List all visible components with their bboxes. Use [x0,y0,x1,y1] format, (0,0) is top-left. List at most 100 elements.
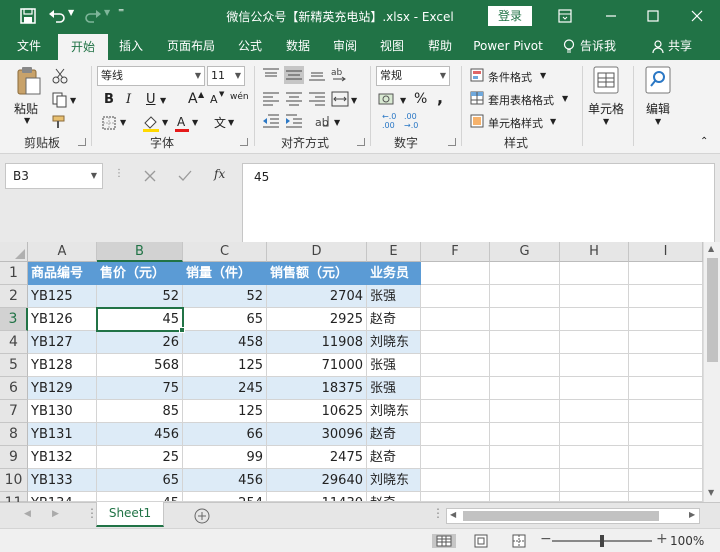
table-cell[interactable] [421,377,490,400]
normal-view-icon[interactable] [432,534,456,548]
fill-dropdown-icon[interactable]: ▼ [162,118,168,127]
tab-insert[interactable]: 插入 [110,32,152,60]
table-cell[interactable]: 66 [183,423,267,446]
table-cell[interactable]: YB127 [28,331,97,354]
table-cell[interactable]: YB133 [28,469,97,492]
horizontal-scrollbar[interactable]: ◀ ▶ [446,508,700,524]
table-cell[interactable]: 65 [97,469,183,492]
customize-qat-icon[interactable]: ⁼ [118,5,124,19]
number-format-select[interactable]: 常规 ▼ [376,66,450,86]
font-launcher-icon[interactable] [240,138,248,146]
paste-icon[interactable] [16,66,42,96]
zoom-out-button[interactable]: − [540,531,552,547]
decrease-font-button[interactable]: A [210,93,218,106]
table-cell[interactable] [421,262,490,285]
row-header-5[interactable]: 5 [0,354,28,377]
hscroll-splitter-icon[interactable]: ⋮ [432,506,444,520]
conditional-format-icon[interactable] [470,68,484,82]
table-cell[interactable] [629,492,703,502]
table-cell[interactable]: 568 [97,354,183,377]
align-top-icon[interactable] [262,68,280,82]
scroll-down-icon[interactable]: ▼ [708,488,714,497]
login-button[interactable]: 登录 [488,6,532,26]
paste-dropdown-icon[interactable]: ▼ [24,116,30,125]
redo-icon[interactable] [84,8,102,24]
table-cell[interactable]: 2704 [267,285,367,308]
page-layout-view-icon[interactable] [474,534,488,548]
row-header-8[interactable]: 8 [0,423,28,446]
table-header-cell[interactable]: 售价（元） [97,262,183,285]
table-header-cell[interactable]: 销售额（元） [267,262,367,285]
save-icon[interactable] [20,8,36,24]
tab-file[interactable]: 文件 [8,32,50,60]
table-cell[interactable] [560,331,629,354]
clipboard-launcher-icon[interactable] [78,138,86,146]
column-header-f[interactable]: F [421,242,490,262]
table-cell[interactable] [629,377,703,400]
borders-icon[interactable] [102,116,116,130]
row-header-7[interactable]: 7 [0,400,28,423]
table-cell[interactable]: YB126 [28,308,97,331]
table-cell[interactable] [629,262,703,285]
table-cell[interactable] [629,423,703,446]
table-cell[interactable]: 11908 [267,331,367,354]
row-header-9[interactable]: 9 [0,446,28,469]
vertical-scrollbar[interactable]: ▲ ▼ [703,242,720,502]
table-cell[interactable]: 99 [183,446,267,469]
table-cell[interactable]: 45 [97,308,183,331]
table-cell[interactable]: 30096 [267,423,367,446]
table-format-dropdown-icon[interactable]: ▼ [562,94,568,103]
prev-sheet-icon[interactable]: ◀ [24,509,31,519]
table-cell[interactable]: 52 [97,285,183,308]
table-cell[interactable] [560,469,629,492]
column-header-c[interactable]: C [183,242,267,262]
table-header-cell[interactable]: 销量（件） [183,262,267,285]
chevron-down-icon[interactable]: ▼ [91,164,97,188]
percent-button[interactable]: % [414,91,427,107]
font-size-select[interactable]: 11 ▼ [207,66,245,86]
cells-icon[interactable] [593,66,619,94]
tell-me-search[interactable]: 告诉我 [580,32,628,60]
drag-handle-icon[interactable]: ⋮ [114,168,124,179]
table-cell[interactable]: 65 [183,308,267,331]
table-cell[interactable]: 18375 [267,377,367,400]
table-cell[interactable] [490,354,560,377]
table-cell[interactable] [560,423,629,446]
scroll-up-icon[interactable]: ▲ [708,244,714,253]
table-cell[interactable]: 刘晓东 [367,400,421,423]
wrap-dropdown-icon[interactable]: ▼ [334,118,340,127]
table-cell[interactable]: 张强 [367,354,421,377]
cell-styles-icon[interactable] [470,114,484,128]
table-cell[interactable] [629,354,703,377]
phonetic-dropdown-icon[interactable]: ▼ [228,118,234,127]
fill-color-icon[interactable] [142,114,160,132]
row-header-2[interactable]: 2 [0,285,28,308]
underline-dropdown-icon[interactable]: ▼ [160,96,166,105]
cell-styles-button[interactable]: 单元格样式 [488,115,543,131]
page-break-view-icon[interactable] [512,534,526,548]
table-cell[interactable]: 456 [97,423,183,446]
column-header-a[interactable]: A [28,242,97,262]
table-cell[interactable] [629,308,703,331]
underline-button[interactable]: U [146,92,156,107]
table-header-cell[interactable]: 商品编号 [28,262,97,285]
table-cell[interactable] [560,285,629,308]
maximize-icon[interactable] [646,9,660,23]
table-cell[interactable]: 赵奇 [367,423,421,446]
tab-home[interactable]: 开始 [58,34,108,60]
text-orientation-icon[interactable]: ab [330,65,348,83]
column-header-d[interactable]: D [267,242,367,262]
worksheet-grid[interactable]: ABCDEFGHI 1234567891011 商品编号售价（元）销量（件）销售… [0,242,720,511]
tab-data[interactable]: 数据 [278,32,318,60]
number-launcher-icon[interactable] [448,138,456,146]
borders-dropdown-icon[interactable]: ▼ [120,118,126,127]
table-cell[interactable] [490,308,560,331]
table-cell[interactable] [490,446,560,469]
align-left-icon[interactable] [262,92,280,106]
fill-handle[interactable] [179,327,185,333]
increase-indent-icon[interactable] [285,114,303,128]
font-name-select[interactable]: 等线 ▼ [97,66,205,86]
table-cell[interactable]: 29640 [267,469,367,492]
format-as-table-button[interactable]: 套用表格格式 [488,92,554,108]
table-cell[interactable]: YB130 [28,400,97,423]
